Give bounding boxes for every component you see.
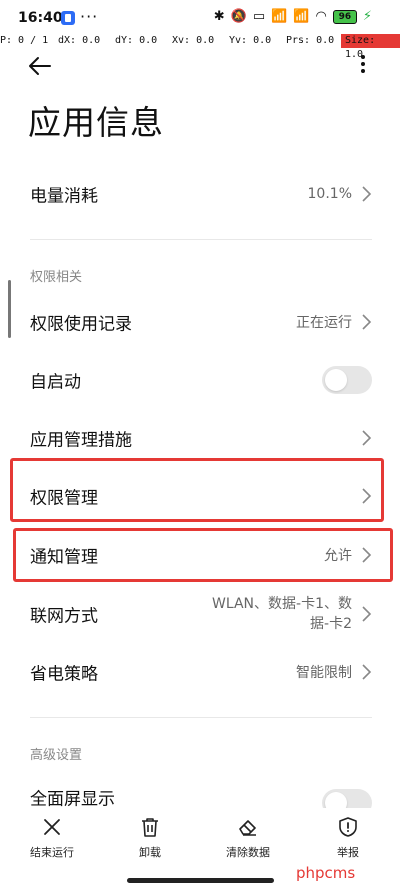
more-options-button[interactable] [354, 52, 372, 80]
chevron-right-icon [362, 606, 372, 622]
status-bar: 16:40 ··· ✱ 🔕 ▭ 📶 📶 ◠ 96 ⚡ [0, 0, 400, 34]
debug-size: Size: 1.0 [341, 34, 400, 60]
section-title-permissions: 权限相关 [30, 270, 83, 285]
row-label: 全面屏显示 [30, 789, 115, 810]
row-label: 权限使用记录 [30, 314, 132, 335]
chevron-right-icon [362, 314, 372, 330]
toggle-knob [325, 369, 347, 391]
status-time: 16:40 [18, 10, 63, 26]
row-power-saving[interactable]: 省电策略 智能限制 [0, 648, 400, 696]
bottom-action-bar: 结束运行 卸载 清除数据 举报 [0, 808, 400, 868]
row-power-usage[interactable]: 电量消耗 10.1% [0, 170, 400, 218]
uninstall-button[interactable]: 卸载 [110, 816, 190, 860]
debug-xv: Xv: 0.0 [172, 35, 215, 46]
autostart-toggle[interactable] [322, 366, 372, 394]
eraser-icon [239, 820, 256, 836]
highlight-box-notification [13, 528, 393, 582]
highlight-box-permission [10, 458, 384, 522]
debug-dx: dX: 0.0 [58, 35, 101, 46]
shield-alert-icon [339, 817, 357, 837]
laptop-icon: ▭ [252, 9, 266, 24]
debug-yv: Yv: 0.0 [229, 35, 272, 46]
back-arrow-icon [29, 57, 51, 75]
row-autostart: 自启动 [0, 356, 400, 404]
chevron-right-icon [362, 664, 372, 680]
divider [30, 239, 372, 240]
row-value: WLAN、数据-卡1、数 据-卡2 [192, 594, 352, 634]
chevron-right-icon [362, 186, 372, 202]
row-app-management[interactable]: 应用管理措施 [0, 414, 400, 462]
row-label: 电量消耗 [30, 186, 98, 207]
watermark: phpcms [296, 864, 356, 882]
stop-running-button[interactable]: 结束运行 [12, 816, 92, 860]
touch-debug-bar: P: 0 / 1 dX: 0.0 dY: 0.0 Xv: 0.0 Yv: 0.0… [0, 34, 400, 60]
mute-icon: 🔕 [230, 9, 247, 24]
row-value-line2: 据-卡2 [310, 616, 352, 632]
home-indicator[interactable] [127, 878, 274, 883]
row-permission-usage-record[interactable]: 权限使用记录 正在运行 [0, 298, 400, 346]
divider [30, 717, 372, 718]
more-notifications-icon: ··· [80, 7, 99, 26]
row-label: 省电策略 [30, 664, 98, 685]
charging-icon: ⚡ [362, 9, 372, 24]
section-title-advanced: 高级设置 [30, 748, 83, 763]
uninstall-label: 卸载 [139, 846, 161, 859]
back-button[interactable] [26, 52, 54, 80]
wifi-icon: ◠ [315, 9, 327, 24]
report-label: 举报 [337, 846, 359, 859]
debug-p: P: 0 / 1 [0, 35, 49, 46]
row-label: 联网方式 [30, 606, 98, 627]
debug-prs: Prs: 0.0 [286, 35, 335, 46]
stop-running-label: 结束运行 [30, 846, 74, 859]
trash-icon [142, 818, 158, 837]
row-value: 智能限制 [296, 665, 352, 681]
clear-data-button[interactable]: 清除数据 [208, 816, 288, 860]
row-label: 自启动 [30, 372, 81, 393]
signal-icon: 📶 [271, 9, 288, 24]
battery-icon: 96 [332, 9, 357, 24]
page-title: 应用信息 [28, 103, 164, 142]
debug-dy: dY: 0.0 [115, 35, 158, 46]
row-network-mode[interactable]: 联网方式 WLAN、数据-卡1、数 据-卡2 [0, 590, 400, 638]
row-label: 应用管理措施 [30, 430, 132, 451]
clear-data-label: 清除数据 [226, 846, 270, 859]
app-notification-icon [61, 11, 75, 25]
report-button[interactable]: 举报 [308, 816, 388, 860]
signal2-icon: 📶 [293, 9, 310, 24]
row-value-line1: WLAN、数据-卡1、数 [212, 596, 352, 612]
chevron-right-icon [362, 430, 372, 446]
system-icons: ✱ 🔕 ▭ 📶 📶 ◠ 96 ⚡ [214, 9, 372, 24]
close-icon [44, 819, 60, 835]
bluetooth-icon: ✱ [213, 9, 225, 24]
row-value: 正在运行 [296, 315, 352, 331]
row-value: 10.1% [307, 186, 352, 202]
